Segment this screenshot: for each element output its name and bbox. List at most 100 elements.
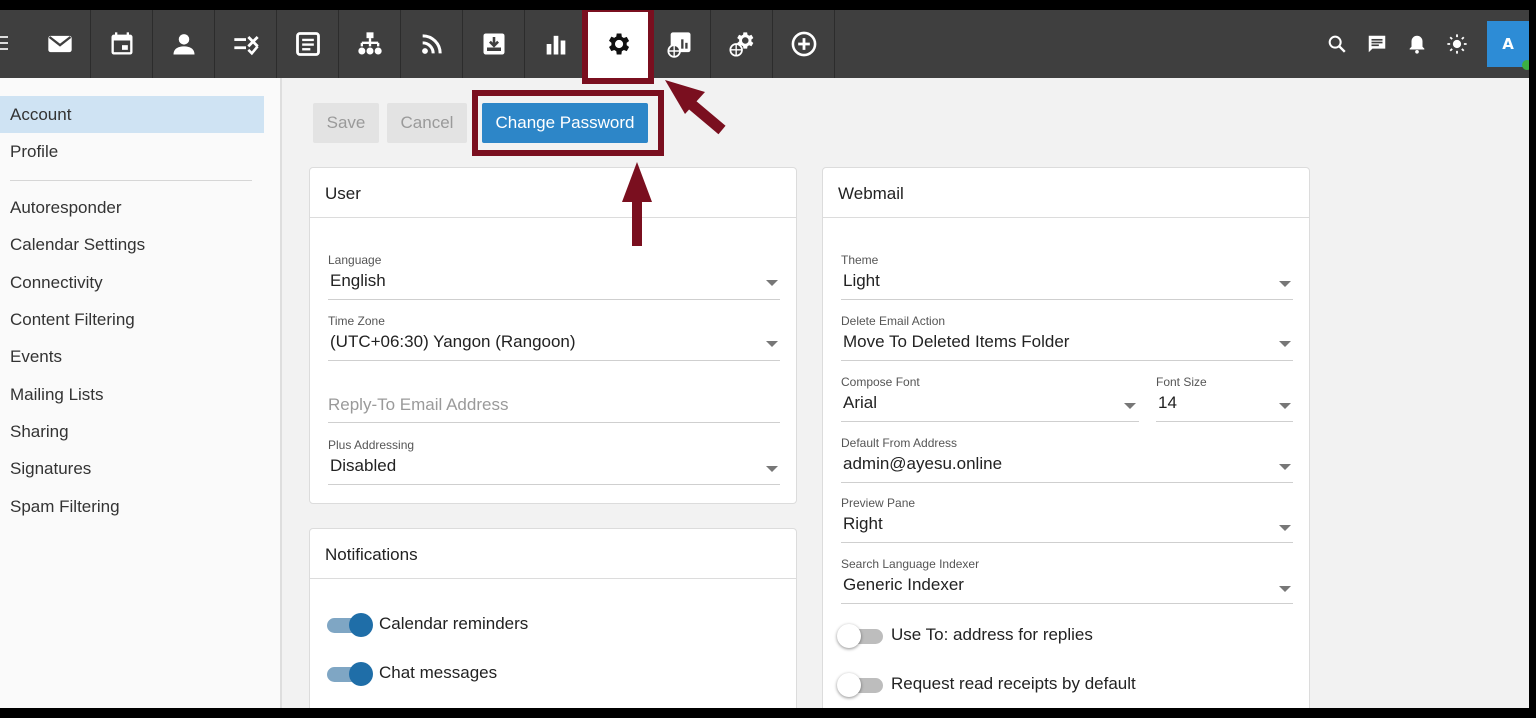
search-language-indexer-select[interactable]: Search Language Indexer Generic Indexer [841,557,1293,605]
user-avatar[interactable]: A [1487,21,1529,70]
timezone-label: Time Zone [328,314,385,328]
font-size-value: 14 [1158,393,1177,412]
theme-value: Light [843,271,880,290]
read-receipts-toggle[interactable]: Request read receipts by default [837,673,1179,699]
notifications-card: Notifications Calendar reminders Chat me… [309,528,797,708]
add-icon [791,31,816,57]
domain-settings-button[interactable] [711,10,773,78]
tasks-icon [233,36,259,56]
sidebar-item-mailing-lists[interactable]: Mailing Lists [0,376,264,413]
use-to-address-toggle[interactable]: Use To: address for replies [837,624,1179,650]
font-size-select[interactable]: Font Size 14 [1156,375,1293,423]
screenshot-frame: A Account Profile Autoresponder Calendar… [0,0,1536,718]
delete-email-action-select[interactable]: Delete Email Action Move To Deleted Item… [841,314,1293,362]
calendar-button[interactable] [91,10,153,78]
field-underline [328,484,780,485]
sidebar-item-events[interactable]: Events [0,338,264,375]
card-divider [310,578,796,579]
toggle-knob [837,673,861,697]
calendar-icon [111,32,132,55]
use-to-address-label: Use To: address for replies [891,625,1093,644]
sitemap-button[interactable] [339,10,401,78]
bell-icon [1409,35,1425,54]
chevron-down-icon [766,280,778,286]
chevron-down-icon [766,466,778,472]
field-underline [841,482,1293,483]
field-underline [841,542,1293,543]
archive-icon [483,33,504,55]
plus-addressing-value: Disabled [330,456,397,475]
archive-button[interactable] [463,10,525,78]
chat-button[interactable] [1357,24,1397,64]
cancel-button[interactable]: Cancel [387,103,467,143]
field-underline [841,603,1293,604]
user-card-title: User [325,184,361,203]
timezone-select[interactable]: Time Zone (UTC+06:30) Yangon (Rangoon) [328,314,780,362]
default-from-address-select[interactable]: Default From Address admin@ayesu.online [841,436,1293,484]
chevron-down-icon [1124,403,1136,409]
language-select[interactable]: Language English [328,253,780,301]
preview-pane-label: Preview Pane [841,496,916,510]
search-icon [1328,35,1346,53]
sidebar-item-account[interactable]: Account [0,96,264,133]
toggle-knob [349,613,373,637]
add-button[interactable] [773,10,835,78]
delete-email-action-value: Move To Deleted Items Folder [843,332,1070,351]
chevron-down-icon [1279,525,1291,531]
field-underline [328,360,780,361]
domain-reports-icon [666,32,690,58]
reply-to-email-field[interactable]: Reply-To Email Address [328,379,780,424]
sidebar-item-signatures[interactable]: Signatures [0,450,264,487]
sidebar-item-profile[interactable]: Profile [0,133,264,170]
language-label: Language [328,253,382,267]
rss-button[interactable] [401,10,463,78]
sidebar-item-calendar-settings[interactable]: Calendar Settings [0,226,264,263]
card-divider [310,217,796,218]
chat-messages-label: Chat messages [379,663,498,682]
sidebar-item-connectivity[interactable]: Connectivity [0,264,264,301]
contacts-icon [173,34,194,55]
reports-icon [546,35,565,55]
field-underline [328,299,780,300]
contacts-button[interactable] [153,10,215,78]
search-button[interactable] [1317,24,1357,64]
sidebar-item-content-filtering[interactable]: Content Filtering [0,301,264,338]
preview-pane-select[interactable]: Preview Pane Right [841,496,1293,544]
calendar-reminders-label: Calendar reminders [379,614,529,633]
search-language-indexer-value: Generic Indexer [843,575,964,594]
reports-button[interactable] [525,10,587,78]
notes-button[interactable] [277,10,339,78]
sidebar-item-autoresponder[interactable]: Autoresponder [0,189,264,226]
field-underline [328,422,780,423]
mail-button[interactable] [29,10,91,78]
chevron-down-icon [766,341,778,347]
webmail-settings-card: Webmail Theme Light Delete Email Action … [822,167,1310,708]
arrow-to-settings [665,80,726,135]
theme-select[interactable]: Theme Light [841,253,1293,301]
sidebar-item-sharing[interactable]: Sharing [0,413,264,450]
menu-icon[interactable] [0,36,10,52]
theme-label: Theme [841,253,879,267]
app-switcher [29,10,835,78]
search-language-indexer-label: Search Language Indexer [841,557,980,571]
plus-addressing-select[interactable]: Plus Addressing Disabled [328,438,780,486]
default-from-address-value: admin@ayesu.online [843,454,1003,473]
default-from-address-label: Default From Address [841,436,958,450]
save-button[interactable]: Save [313,103,379,143]
reply-to-placeholder: Reply-To Email Address [328,395,509,414]
tasks-button[interactable] [215,10,277,78]
domain-settings-icon [728,32,753,57]
notifications-button[interactable] [1397,24,1437,64]
field-underline [1156,421,1293,422]
compose-font-select[interactable]: Compose Font Arial [841,375,1139,423]
sidebar-item-spam-filtering[interactable]: Spam Filtering [0,488,264,525]
field-underline [841,299,1293,300]
chat-messages-toggle[interactable]: Chat messages [327,662,627,688]
theme-toggle-button[interactable] [1437,24,1477,64]
chevron-down-icon [1279,281,1291,287]
settings-sidebar: Account Profile Autoresponder Calendar S… [0,78,282,708]
chevron-down-icon [1279,586,1291,592]
domain-reports-button[interactable] [649,10,711,78]
compose-font-value: Arial [843,393,878,412]
calendar-reminders-toggle[interactable]: Calendar reminders [327,613,627,639]
